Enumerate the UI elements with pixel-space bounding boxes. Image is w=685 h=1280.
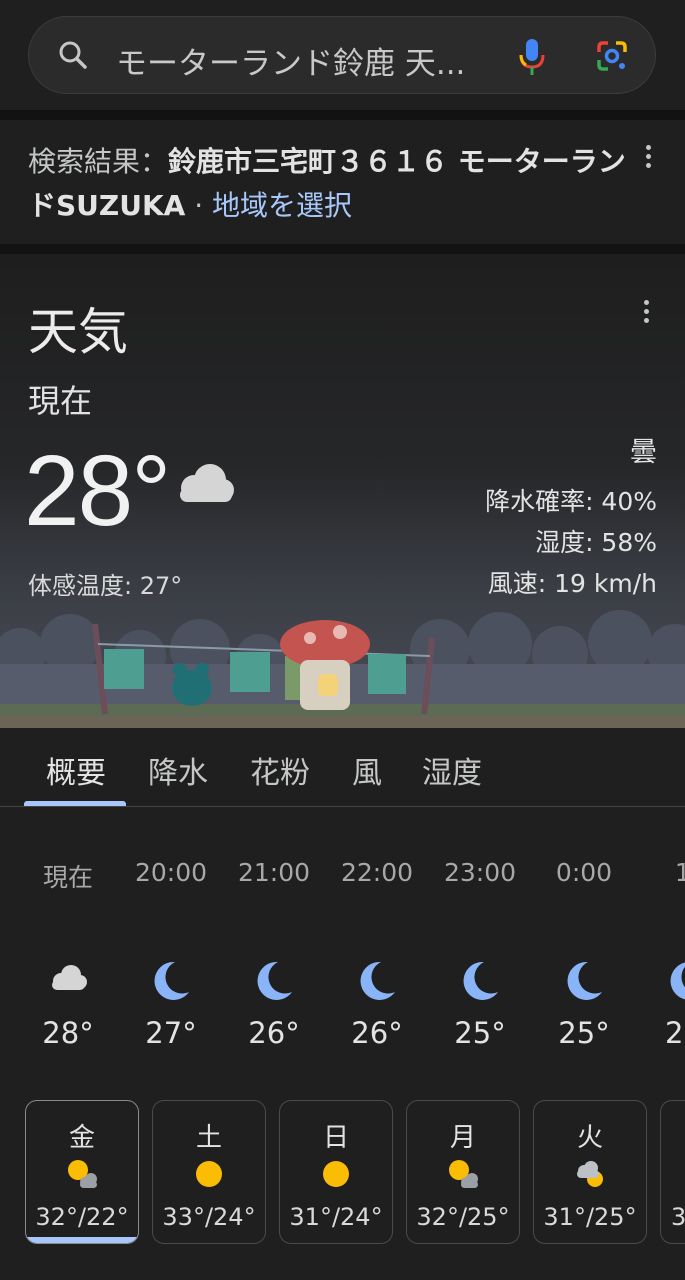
hour-time: 23:00 (443, 858, 517, 887)
location-dot: · (185, 189, 213, 222)
divider (0, 244, 685, 254)
moon-icon (534, 960, 634, 1006)
hour-temp: 27° (145, 1016, 197, 1050)
cloud-sun-icon (534, 1157, 646, 1195)
weather-illustration (0, 610, 685, 728)
tab-humidity[interactable]: 湿度 (422, 748, 482, 792)
lens-icon[interactable] (596, 40, 628, 76)
day-name: 月 (449, 1123, 476, 1153)
day-temps: 33°/24° (162, 1203, 256, 1231)
hour-time: 0:00 (555, 858, 613, 887)
moon-icon (224, 960, 324, 1006)
day-card[interactable]: 火 31°/25° (533, 1100, 647, 1244)
current-label: 現在 (28, 382, 93, 420)
day-temps: 3 (671, 1203, 685, 1231)
moon-icon (637, 960, 685, 1006)
select-region-link[interactable]: 地域を選択 (212, 189, 352, 222)
selected-day-indicator (26, 1237, 138, 1243)
tab-pollen[interactable]: 花粉 (250, 748, 310, 792)
tab-precipitation[interactable]: 降水 (148, 748, 208, 792)
feels-like: 体感温度: 27° (28, 572, 183, 600)
hour-temp: 28° (42, 1016, 94, 1050)
wind-speed: 風速: 19 km/h (487, 569, 657, 598)
day-name: 金 (68, 1123, 95, 1153)
sun-cloud-icon (26, 1157, 138, 1195)
tab-overview[interactable]: 概要 (46, 748, 106, 792)
microphone-icon[interactable] (518, 38, 546, 80)
hour-time: 1: (674, 858, 685, 887)
active-tab-indicator (24, 801, 126, 806)
day-card[interactable]: 月 32°/25° (406, 1100, 520, 1244)
hour-temp: 26° (351, 1016, 403, 1050)
weather-title: 天気 (28, 303, 128, 361)
sun-cloud-icon (407, 1157, 519, 1195)
sun-icon (280, 1157, 392, 1195)
day-card[interactable]: 土 33°/24° (152, 1100, 266, 1244)
location-line: 検索結果：鈴鹿市三宅町３６１６ モーターランドSUZUKA · 地域を選択 (28, 140, 628, 228)
day-card[interactable]: 日 31°/24° (279, 1100, 393, 1244)
day-name: 火 (576, 1123, 603, 1153)
moon-icon (430, 960, 530, 1006)
divider (0, 110, 685, 120)
current-temperature: 28° (24, 435, 171, 547)
condition-label: 曇 (630, 437, 657, 468)
day-card-selected[interactable]: 金 32°/22° (25, 1100, 139, 1244)
tab-wind[interactable]: 風 (352, 748, 382, 792)
hour-time: 21:00 (237, 858, 311, 887)
moon-icon (121, 960, 221, 1006)
moon-icon (327, 960, 427, 1006)
hour-time: 22:00 (340, 858, 414, 887)
weather-menu-icon[interactable] (644, 300, 650, 327)
search-input[interactable]: モーターランド鈴鹿 天... (116, 38, 465, 83)
hour-temp: 26° (248, 1016, 300, 1050)
day-temps: 32°/22° (35, 1203, 129, 1231)
location-prefix: 検索結果： (28, 145, 169, 178)
hour-time: 現在 (42, 863, 93, 892)
hourly-forecast[interactable]: 現在 20:00 21:00 22:00 23:00 0:00 1: 28° 2… (0, 840, 685, 1080)
day-temps: 31°/24° (289, 1203, 383, 1231)
hour-time: 20:00 (134, 858, 208, 887)
humidity: 湿度: 58% (535, 528, 657, 557)
more-options-icon[interactable] (646, 145, 652, 172)
day-temps: 32°/25° (416, 1203, 510, 1231)
hour-temp: 25° (558, 1016, 610, 1050)
cloud-icon (174, 462, 236, 510)
hour-temp: 2 (665, 1016, 684, 1050)
sun-icon (153, 1157, 265, 1195)
cloud-icon (18, 964, 118, 996)
precipitation-chance: 降水確率: 40% (485, 487, 657, 516)
search-icon[interactable] (58, 40, 88, 74)
hour-temp: 25° (454, 1016, 506, 1050)
day-card-partial[interactable]: 3 (660, 1100, 685, 1244)
day-name: 土 (195, 1123, 222, 1153)
day-name: 日 (322, 1123, 349, 1153)
day-temps: 31°/25° (543, 1203, 637, 1231)
